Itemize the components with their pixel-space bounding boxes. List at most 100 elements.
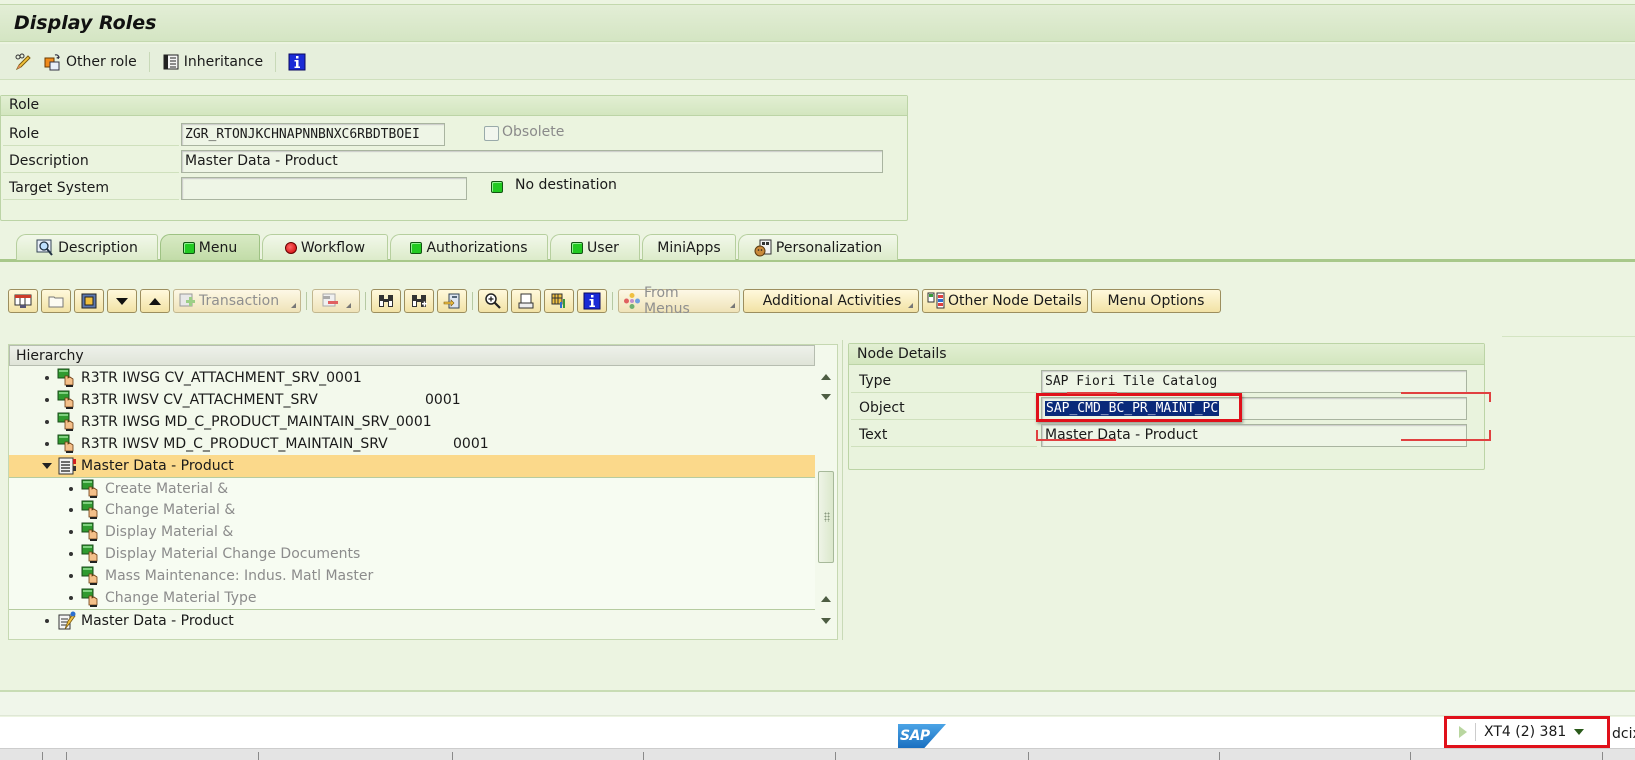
- application-toolbar: Other role Inheritance: [0, 44, 1635, 80]
- strip-cell: [1602, 752, 1603, 760]
- type-field[interactable]: SAP Fiori Tile Catalog: [1041, 370, 1467, 393]
- delete-node-icon: [321, 292, 339, 310]
- tree-node-suffix: 0001: [453, 436, 489, 452]
- hierarchy-column-header[interactable]: Hierarchy: [9, 345, 815, 366]
- tab-personalization[interactable]: Personalization: [738, 234, 898, 260]
- create-folder-button[interactable]: [41, 289, 71, 313]
- obsolete-checkbox[interactable]: [484, 126, 499, 141]
- hierarchy-tree: R3TR IWSG CV_ATTACHMENT_SRV_0001 R3TR IWS…: [9, 367, 815, 631]
- tab-menu[interactable]: Menu: [160, 234, 260, 260]
- tree-node[interactable]: Display Material &: [9, 521, 815, 543]
- personalization-icon: [754, 239, 772, 257]
- target-system-row: Target System: [3, 176, 179, 200]
- tab-description-label: Description: [58, 239, 138, 256]
- menu-info-button[interactable]: [577, 289, 607, 313]
- folder-icon: [47, 292, 65, 310]
- toolbar-separator: [365, 292, 366, 310]
- tree-node[interactable]: R3TR IWSV CV_ATTACHMENT_SRV 0001: [9, 389, 815, 411]
- tab-authorizations[interactable]: Authorizations: [390, 234, 548, 260]
- tree-node-label: Change Material &: [105, 502, 236, 518]
- delete-nodes-button[interactable]: [312, 289, 360, 313]
- move-up-button[interactable]: [140, 289, 170, 313]
- additional-activities-label: Additional Activities: [762, 293, 902, 309]
- find-button[interactable]: [371, 289, 401, 313]
- tree-node-label: Master Data - Product: [81, 458, 234, 474]
- print-button[interactable]: [511, 289, 541, 313]
- object-label: Object: [851, 396, 1037, 420]
- tree-node[interactable]: Change Material Type: [9, 587, 815, 609]
- role-label: Role: [3, 122, 179, 146]
- scroll-up-button-2[interactable]: [817, 589, 835, 609]
- from-menus-button[interactable]: From Menus: [618, 285, 740, 317]
- dropdown-corner-icon: [291, 303, 296, 308]
- toolbar-separator: [472, 292, 473, 310]
- menu-options-label: Menu Options: [1107, 293, 1205, 309]
- expand-toggle-icon[interactable]: [42, 463, 52, 469]
- leaf-bullet-icon: [69, 486, 73, 491]
- tab-user[interactable]: User: [550, 234, 640, 260]
- display-change-button[interactable]: [8, 49, 38, 75]
- tree-node[interactable]: R3TR IWSG MD_C_PRODUCT_MAINTAIN_SRV_0001: [9, 411, 815, 433]
- transaction-button[interactable]: Transaction: [173, 289, 301, 313]
- zoom-button[interactable]: [478, 289, 508, 313]
- annotation-line: [1401, 439, 1491, 441]
- tab-strip: Description Menu Workflow Authorizations…: [0, 232, 1635, 262]
- tab-description[interactable]: Description: [16, 234, 158, 260]
- tree-node[interactable]: Create Material &: [9, 477, 815, 499]
- info-icon: [583, 292, 601, 310]
- additional-activities-button[interactable]: Additional Activities: [743, 289, 919, 313]
- annotation-line: [1489, 392, 1491, 402]
- import-button[interactable]: [437, 289, 467, 313]
- other-role-label: Other role: [66, 53, 137, 70]
- description-input[interactable]: Master Data - Product: [181, 150, 883, 173]
- scroll-thumb[interactable]: [818, 471, 834, 563]
- target-system-label: Target System: [3, 176, 179, 200]
- tree-node[interactable]: Change Material &: [9, 499, 815, 521]
- leaf-bullet-icon: [69, 596, 73, 600]
- table-view-icon: [14, 292, 32, 310]
- target-system-input[interactable]: [181, 177, 467, 200]
- other-node-details-label: Other Node Details: [948, 293, 1082, 309]
- tree-node[interactable]: R3TR IWSV MD_C_PRODUCT_MAINTAIN_SRV 0001: [9, 433, 815, 455]
- tab-miniapps[interactable]: MiniApps: [642, 234, 736, 260]
- tree-node[interactable]: Master Data - Product: [9, 609, 815, 631]
- system-info-box[interactable]: XT4 (2) 381: [1444, 716, 1610, 748]
- statistics-button[interactable]: [544, 289, 574, 313]
- hierarchy-scrollbar[interactable]: [817, 367, 835, 631]
- text-field[interactable]: Master Data - Product: [1041, 424, 1467, 447]
- arrow-down-icon: [821, 618, 831, 624]
- tab-workflow[interactable]: Workflow: [262, 234, 388, 260]
- tab-personalization-label: Personalization: [775, 239, 883, 256]
- inheritance-button[interactable]: Inheritance: [156, 49, 269, 75]
- move-down-button[interactable]: [107, 289, 137, 313]
- magnifier-plus-icon: [484, 292, 502, 310]
- scroll-down-button-2[interactable]: [817, 611, 835, 631]
- tree-node[interactable]: Mass Maintenance: Indus. Matl Master: [9, 565, 815, 587]
- leaf-bullet-icon: [45, 376, 49, 380]
- scroll-down-button[interactable]: [817, 387, 835, 407]
- tree-node[interactable]: Master Data - Product: [9, 455, 815, 477]
- tree-node[interactable]: Display Material Change Documents: [9, 543, 815, 565]
- expand-subtree-button[interactable]: [74, 289, 104, 313]
- tree-node-label: R3TR IWSV CV_ATTACHMENT_SRV: [81, 392, 318, 408]
- find-next-button[interactable]: [404, 289, 434, 313]
- tree-node[interactable]: R3TR IWSG CV_ATTACHMENT_SRV_0001: [9, 367, 815, 389]
- menu-options-button[interactable]: Menu Options: [1091, 289, 1221, 313]
- scroll-up-button[interactable]: [817, 367, 835, 387]
- other-role-button[interactable]: Other role: [38, 49, 143, 75]
- info-button[interactable]: [282, 49, 312, 75]
- inheritance-label: Inheritance: [183, 53, 264, 70]
- green-status-icon: [571, 241, 584, 254]
- strip-cell: [258, 752, 259, 760]
- toolbar-separator: [306, 292, 307, 310]
- tree-node-label: Change Material Type: [105, 590, 257, 606]
- service-icon: [81, 479, 101, 499]
- other-node-details-button[interactable]: Other Node Details: [922, 289, 1088, 313]
- inheritance-icon: [162, 53, 180, 71]
- change-menu-view-button[interactable]: [8, 289, 38, 313]
- pencil-glasses-icon: [14, 53, 32, 71]
- footer-bar: [0, 717, 1635, 748]
- dropdown-icon[interactable]: [1574, 729, 1585, 735]
- splitter[interactable]: [842, 340, 843, 640]
- role-input[interactable]: ZGR_RTONJKCHNAPNNBNXC6RBDTBOEI: [181, 123, 445, 146]
